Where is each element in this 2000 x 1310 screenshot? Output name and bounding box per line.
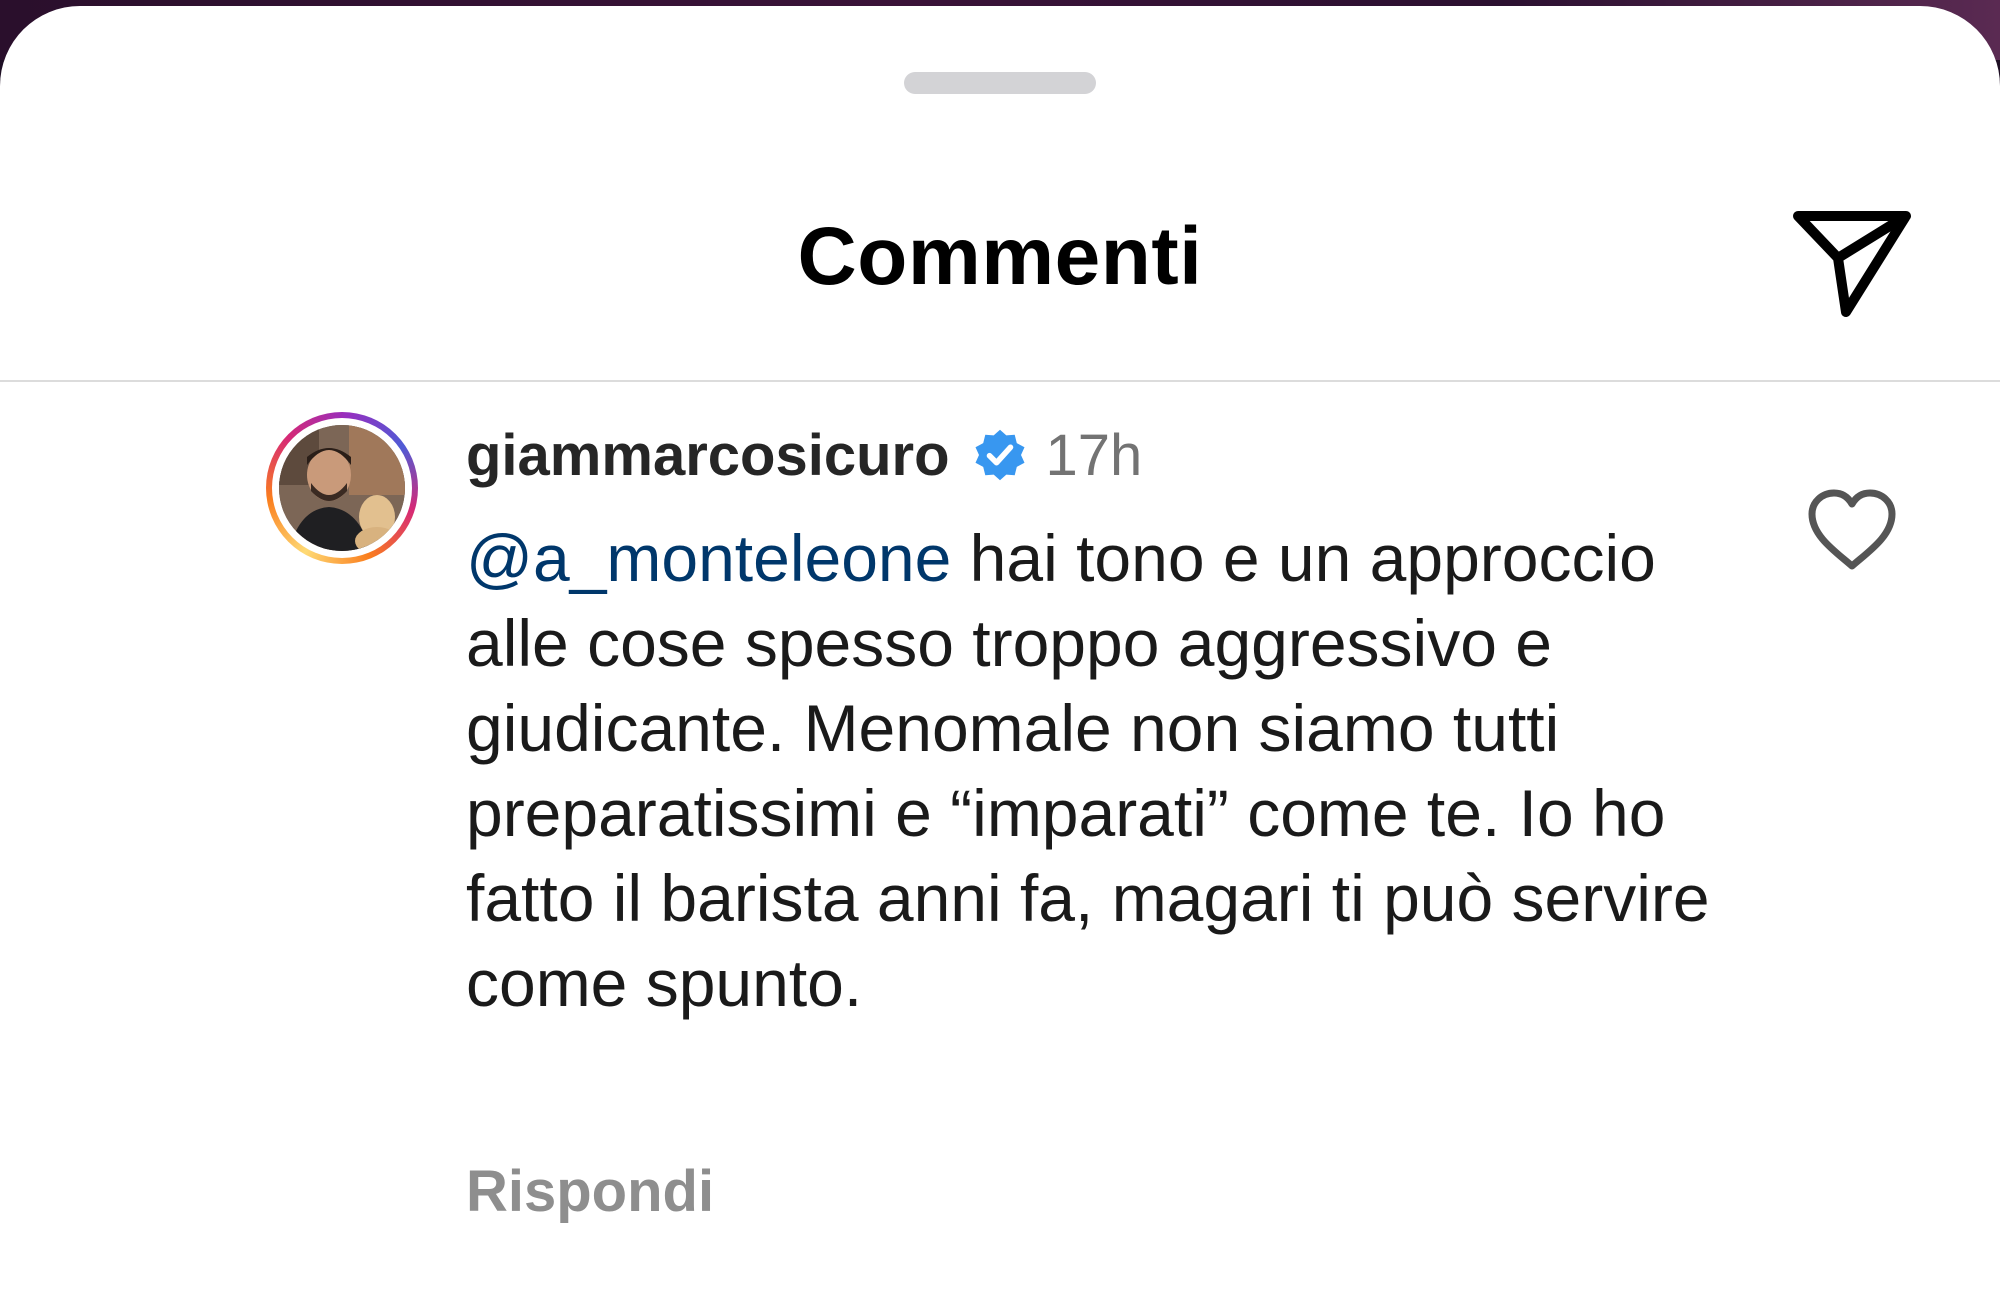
comment-body: @a_monteleone hai tono e un approccio al… [466, 516, 1766, 1026]
heart-icon [1808, 489, 1896, 570]
header-divider [0, 380, 2000, 382]
mention-link[interactable]: @a_monteleone [466, 521, 951, 595]
comment-timestamp: 17h [1045, 422, 1143, 488]
sheet-grabber[interactable] [904, 72, 1096, 94]
like-button[interactable] [1806, 488, 1898, 572]
comment-text: hai tono e un approccio alle cose spesso… [466, 521, 1710, 1020]
avatar-photo [279, 425, 405, 551]
page-title: Commenti [797, 211, 1203, 302]
share-button[interactable] [1788, 206, 1916, 322]
comments-sheet: Commenti giammarcosicuro 17h @a_monteleo… [0, 6, 2000, 1310]
verified-badge-icon [975, 429, 1025, 481]
paper-plane-icon [1793, 211, 1911, 317]
username-link[interactable]: giammarcosicuro [466, 422, 950, 489]
avatar[interactable] [266, 412, 418, 564]
comment-header: giammarcosicuro 17h [466, 420, 1142, 490]
reply-button[interactable]: Rispondi [466, 1158, 714, 1225]
